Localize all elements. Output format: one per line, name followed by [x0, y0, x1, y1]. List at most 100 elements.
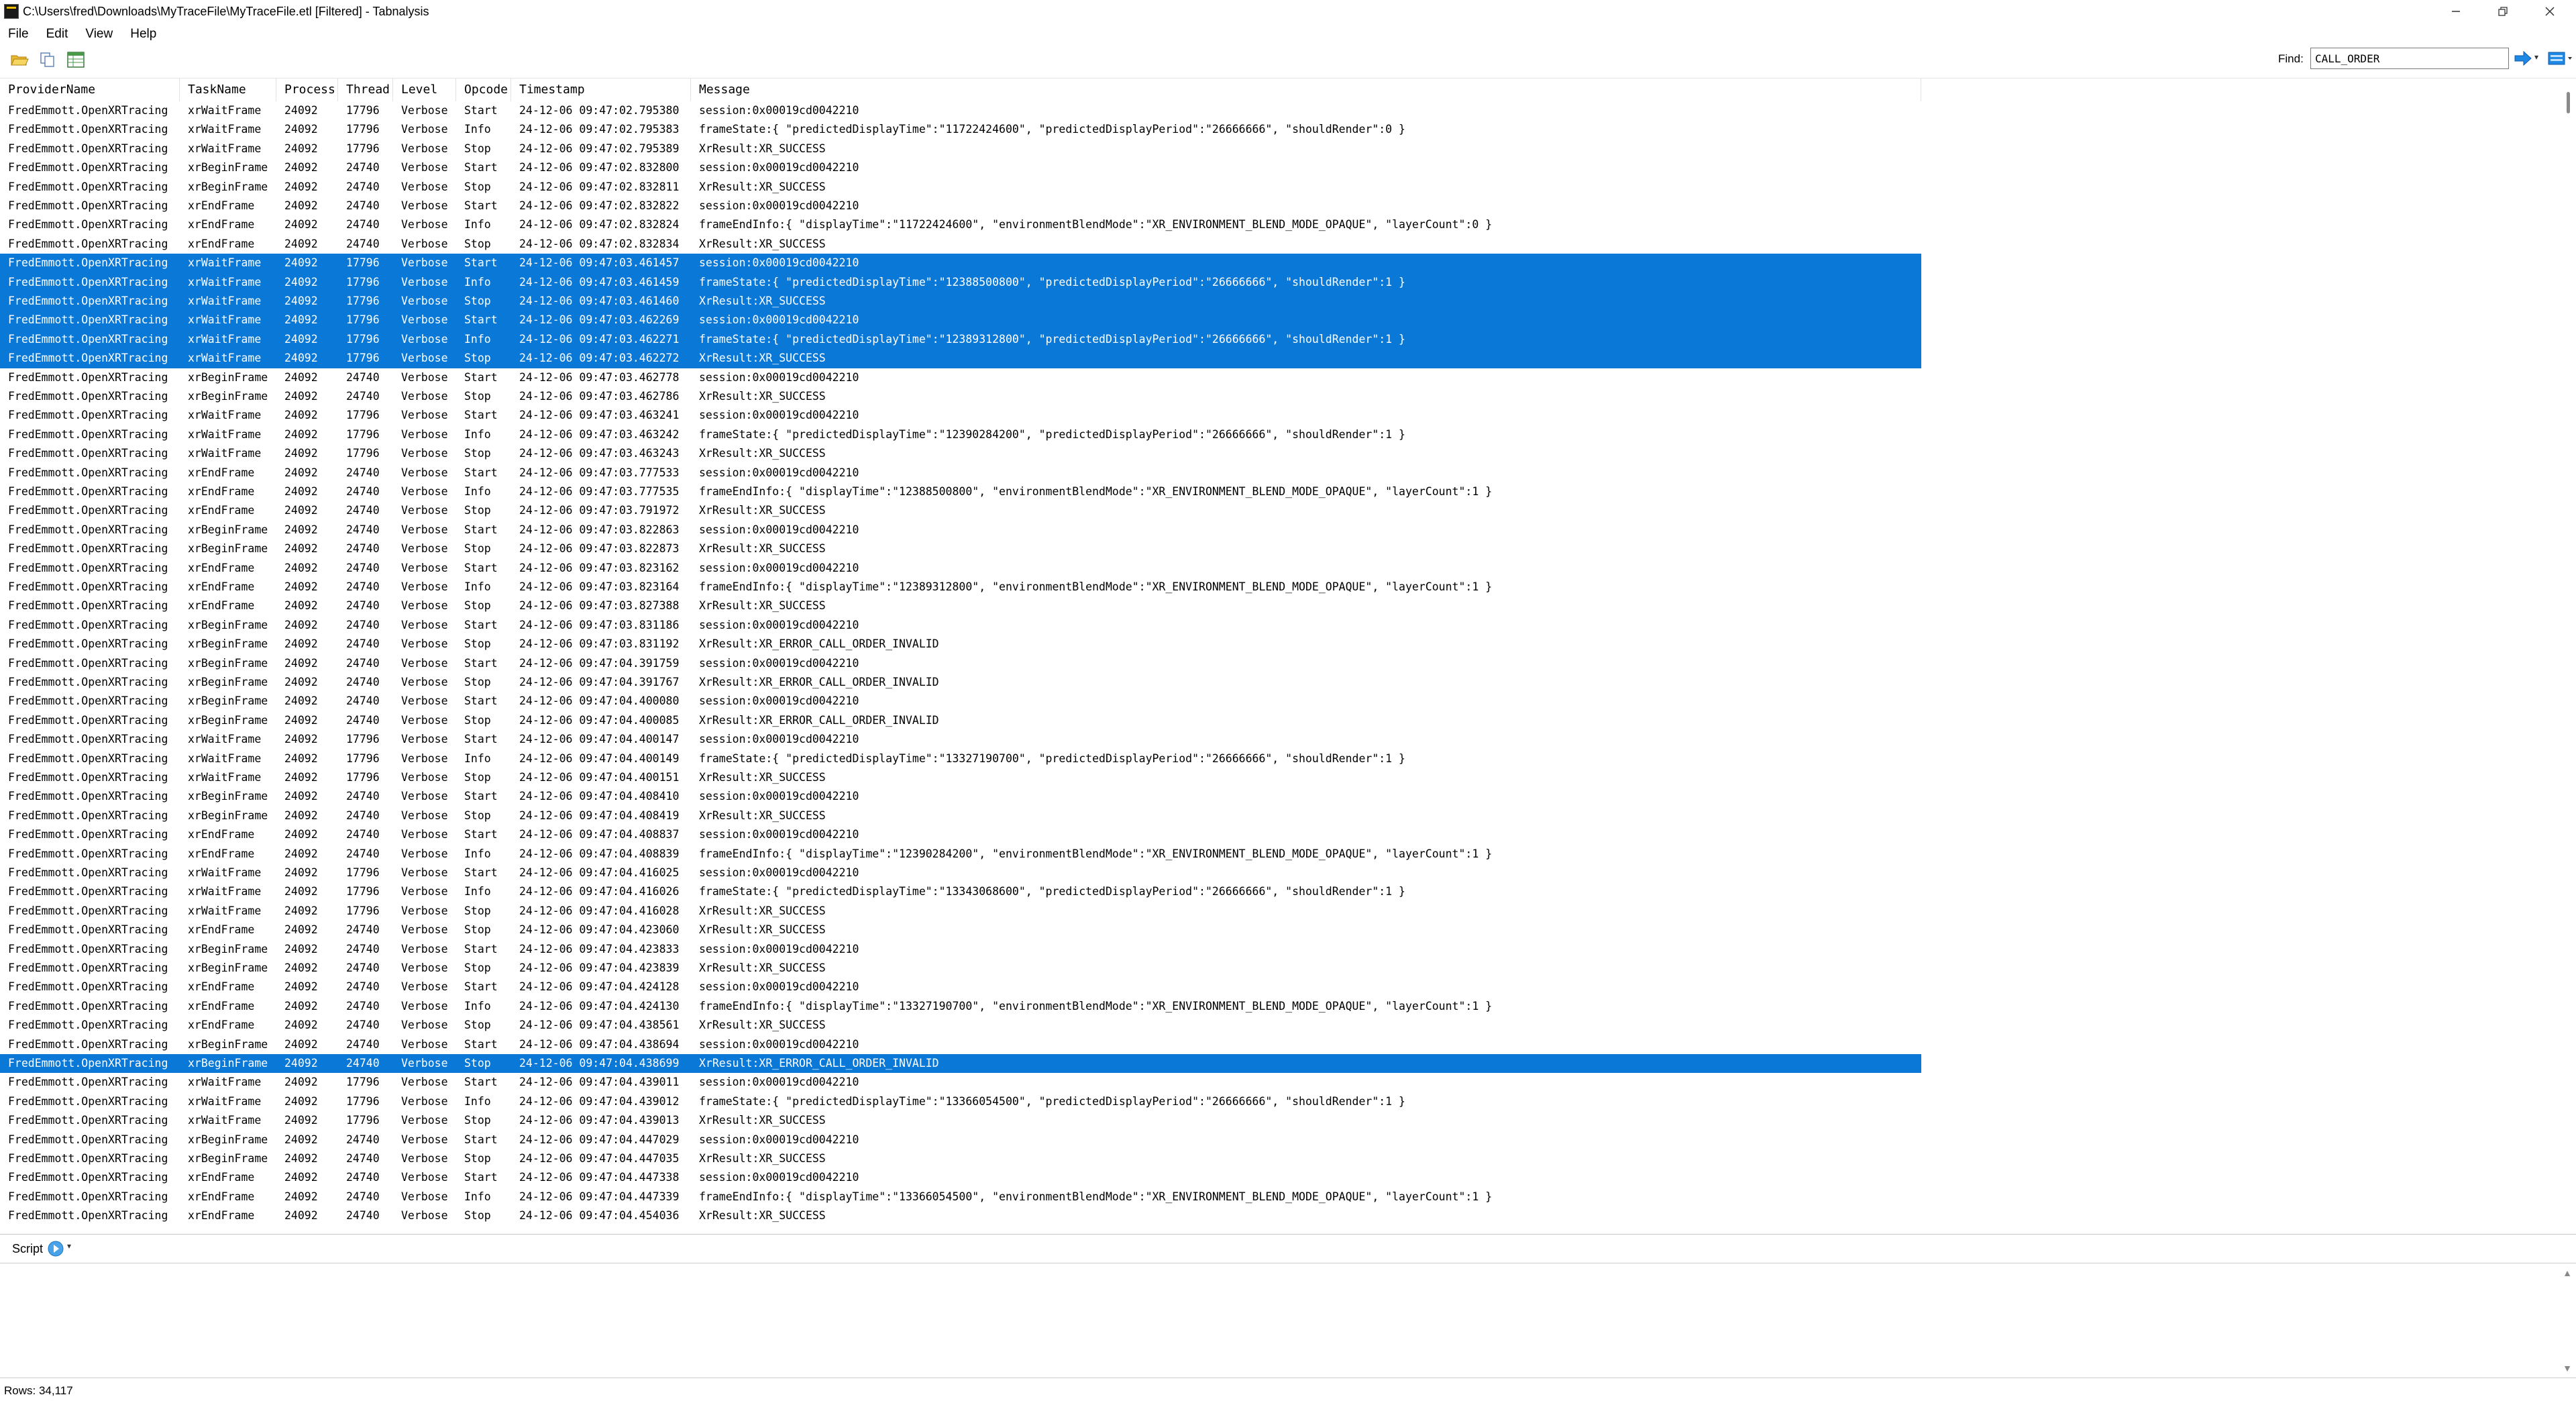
table-row[interactable]: FredEmmott.OpenXRTracing xrEndFrame 24092 2…: [0, 464, 2563, 482]
table-row[interactable]: FredEmmott.OpenXRTracing xrWaitFrame 24092…: [0, 1073, 2563, 1092]
cell-thread: 24740: [346, 1019, 380, 1032]
table-row[interactable]: FredEmmott.OpenXRTracing xrEndFrame 24092 2…: [0, 235, 2563, 254]
table-row[interactable]: FredEmmott.OpenXRTracing xrWaitFrame 24092…: [0, 120, 2563, 139]
cell-level: Verbose: [401, 561, 448, 574]
table-row[interactable]: FredEmmott.OpenXRTracing xrWaitFrame 24092…: [0, 1111, 2563, 1130]
column-header-thread[interactable]: Thread: [338, 79, 393, 101]
scroll-down-icon[interactable]: ▼: [2563, 1363, 2572, 1373]
script-vertical-scrollbar[interactable]: ▲ ▼: [2560, 1263, 2576, 1378]
table-row[interactable]: FredEmmott.OpenXRTracing xrWaitFrame 24092…: [0, 768, 2563, 787]
table-row[interactable]: FredEmmott.OpenXRTracing xrBeginFrame 2409…: [0, 1035, 2563, 1054]
menu-edit[interactable]: Edit: [38, 25, 78, 44]
cell-opcode: Start: [464, 828, 498, 841]
table-row[interactable]: FredEmmott.OpenXRTracing xrBeginFrame 2409…: [0, 178, 2563, 197]
column-header-timestamp[interactable]: Timestamp: [511, 79, 691, 101]
table-row[interactable]: FredEmmott.OpenXRTracing xrEndFrame 24092 2…: [0, 825, 2563, 844]
column-header-providername[interactable]: ProviderName: [0, 79, 180, 101]
table-row[interactable]: FredEmmott.OpenXRTracing xrEndFrame 24092 2…: [0, 978, 2563, 996]
table-row[interactable]: FredEmmott.OpenXRTracing xrWaitFrame 24092…: [0, 882, 2563, 901]
table-row[interactable]: FredEmmott.OpenXRTracing xrEndFrame 24092 2…: [0, 197, 2563, 215]
table-row[interactable]: FredEmmott.OpenXRTracing xrBeginFrame 2409…: [0, 959, 2563, 978]
cell-message: XrResult:XR_SUCCESS: [699, 1209, 826, 1223]
open-button[interactable]: [8, 48, 31, 71]
table-row[interactable]: FredEmmott.OpenXRTracing xrBeginFrame 2409…: [0, 368, 2563, 387]
table-row[interactable]: FredEmmott.OpenXRTracing xrEndFrame 24092 2…: [0, 1168, 2563, 1187]
table-row[interactable]: FredEmmott.OpenXRTracing xrEndFrame 24092 2…: [0, 215, 2563, 234]
copy-button[interactable]: [36, 48, 59, 71]
table-row[interactable]: FredEmmott.OpenXRTracing xrWaitFrame 24092…: [0, 101, 2563, 120]
table-row[interactable]: FredEmmott.OpenXRTracing xrBeginFrame 2409…: [0, 616, 2563, 635]
cell-process: 24092: [284, 218, 318, 231]
table-row[interactable]: FredEmmott.OpenXRTracing xrEndFrame 24092 2…: [0, 921, 2563, 939]
table-row[interactable]: FredEmmott.OpenXRTracing xrWaitFrame 24092…: [0, 425, 2563, 444]
table-row[interactable]: FredEmmott.OpenXRTracing xrEndFrame 24092 2…: [0, 482, 2563, 501]
table-row[interactable]: FredEmmott.OpenXRTracing xrEndFrame 24092 2…: [0, 501, 2563, 520]
table-row-selected[interactable]: FredEmmott.OpenXRTracing xrWaitFrame 24092…: [0, 311, 2563, 330]
table-row[interactable]: FredEmmott.OpenXRTracing xrEndFrame 24092 2…: [0, 578, 2563, 596]
table-row[interactable]: FredEmmott.OpenXRTracing xrBeginFrame 2409…: [0, 539, 2563, 558]
column-header-message[interactable]: Message: [691, 79, 1921, 101]
table-row[interactable]: FredEmmott.OpenXRTracing xrEndFrame 24092 2…: [0, 559, 2563, 578]
find-dropdown[interactable]: ▾: [2534, 52, 2542, 63]
table-row[interactable]: FredEmmott.OpenXRTracing xrBeginFrame 2409…: [0, 940, 2563, 959]
column-header-level[interactable]: Level: [393, 79, 456, 101]
cell-opcode: Stop: [464, 180, 491, 193]
table-row[interactable]: FredEmmott.OpenXRTracing xrBeginFrame 2409…: [0, 158, 2563, 177]
table-row[interactable]: FredEmmott.OpenXRTracing xrBeginFrame 2409…: [0, 692, 2563, 711]
table-row[interactable]: FredEmmott.OpenXRTracing xrWaitFrame 24092…: [0, 1092, 2563, 1111]
menu-help[interactable]: Help: [122, 25, 166, 44]
table-row-selected[interactable]: FredEmmott.OpenXRTracing xrWaitFrame 24092…: [0, 292, 2563, 311]
menu-view[interactable]: View: [77, 25, 122, 44]
grid-scroll-thumb[interactable]: [2567, 92, 2570, 113]
column-header-opcode[interactable]: Opcode: [456, 79, 511, 101]
column-header-process[interactable]: Process: [276, 79, 338, 101]
menu-file[interactable]: File: [0, 25, 38, 44]
cell-taskname: xrBeginFrame: [188, 637, 268, 651]
table-row[interactable]: FredEmmott.OpenXRTracing xrWaitFrame 24092…: [0, 749, 2563, 768]
table-row[interactable]: FredEmmott.OpenXRTracing xrWaitFrame 24092…: [0, 864, 2563, 882]
table-row[interactable]: FredEmmott.OpenXRTracing xrBeginFrame 2409…: [0, 711, 2563, 730]
columns-button[interactable]: [64, 48, 87, 71]
find-input[interactable]: [2310, 48, 2509, 69]
script-dropdown[interactable]: ▾: [67, 1241, 71, 1251]
close-button[interactable]: [2526, 0, 2573, 23]
table-row[interactable]: FredEmmott.OpenXRTracing xrBeginFrame 2409…: [0, 807, 2563, 825]
table-row[interactable]: FredEmmott.OpenXRTracing xrEndFrame 24092 2…: [0, 845, 2563, 864]
minimize-button[interactable]: [2432, 0, 2479, 23]
table-row[interactable]: FredEmmott.OpenXRTracing xrWaitFrame 24092…: [0, 444, 2563, 463]
events-grid[interactable]: ProviderName TaskName Process Thread Lev…: [0, 78, 2576, 1235]
table-row[interactable]: FredEmmott.OpenXRTracing xrEndFrame 24092 2…: [0, 1188, 2563, 1206]
table-row-selected[interactable]: FredEmmott.OpenXRTracing xrBeginFrame 2409…: [0, 1054, 2563, 1074]
table-row[interactable]: FredEmmott.OpenXRTracing xrWaitFrame 24092…: [0, 902, 2563, 921]
table-row[interactable]: FredEmmott.OpenXRTracing xrEndFrame 24092 2…: [0, 596, 2563, 615]
table-row[interactable]: FredEmmott.OpenXRTracing xrEndFrame 24092 2…: [0, 997, 2563, 1016]
table-row[interactable]: FredEmmott.OpenXRTracing xrBeginFrame 2409…: [0, 635, 2563, 654]
table-row[interactable]: FredEmmott.OpenXRTracing xrBeginFrame 2409…: [0, 521, 2563, 539]
grid-vertical-scrollbar[interactable]: [2563, 79, 2576, 1234]
find-label: Find:: [2278, 52, 2304, 65]
table-row[interactable]: FredEmmott.OpenXRTracing xrEndFrame 24092 2…: [0, 1016, 2563, 1035]
column-header-taskname[interactable]: TaskName: [180, 79, 276, 101]
table-row[interactable]: FredEmmott.OpenXRTracing xrBeginFrame 2409…: [0, 787, 2563, 806]
scroll-up-icon[interactable]: ▲: [2563, 1267, 2572, 1278]
table-row[interactable]: FredEmmott.OpenXRTracing xrEndFrame 24092 2…: [0, 1206, 2563, 1225]
cell-process: 24092: [284, 942, 318, 955]
table-row[interactable]: FredEmmott.OpenXRTracing xrBeginFrame 2409…: [0, 673, 2563, 692]
table-row[interactable]: FredEmmott.OpenXRTracing xrBeginFrame 2409…: [0, 654, 2563, 673]
restore-button[interactable]: [2479, 0, 2526, 23]
table-row-selected[interactable]: FredEmmott.OpenXRTracing xrWaitFrame 24092…: [0, 329, 2563, 350]
cell-message: XrResult:XR_SUCCESS: [699, 180, 826, 193]
view-options-button[interactable]: [2546, 48, 2575, 68]
table-row[interactable]: FredEmmott.OpenXRTracing xrBeginFrame 2409…: [0, 1149, 2563, 1168]
run-script-button[interactable]: [47, 1240, 64, 1257]
table-row[interactable]: FredEmmott.OpenXRTracing xrWaitFrame 24092…: [0, 140, 2563, 158]
table-row[interactable]: FredEmmott.OpenXRTracing xrWaitFrame 24092…: [0, 730, 2563, 749]
table-row-selected[interactable]: FredEmmott.OpenXRTracing xrWaitFrame 24092…: [0, 349, 2563, 368]
table-row[interactable]: FredEmmott.OpenXRTracing xrBeginFrame 2409…: [0, 387, 2563, 406]
script-editor[interactable]: ▲ ▼: [0, 1263, 2576, 1378]
find-next-button[interactable]: [2513, 48, 2533, 68]
table-row[interactable]: FredEmmott.OpenXRTracing xrBeginFrame 2409…: [0, 1131, 2563, 1149]
table-row-selected[interactable]: FredEmmott.OpenXRTracing xrWaitFrame 24092…: [0, 272, 2563, 292]
table-row[interactable]: FredEmmott.OpenXRTracing xrWaitFrame 24092…: [0, 406, 2563, 425]
table-row-selected[interactable]: FredEmmott.OpenXRTracing xrWaitFrame 24092…: [0, 254, 2563, 273]
